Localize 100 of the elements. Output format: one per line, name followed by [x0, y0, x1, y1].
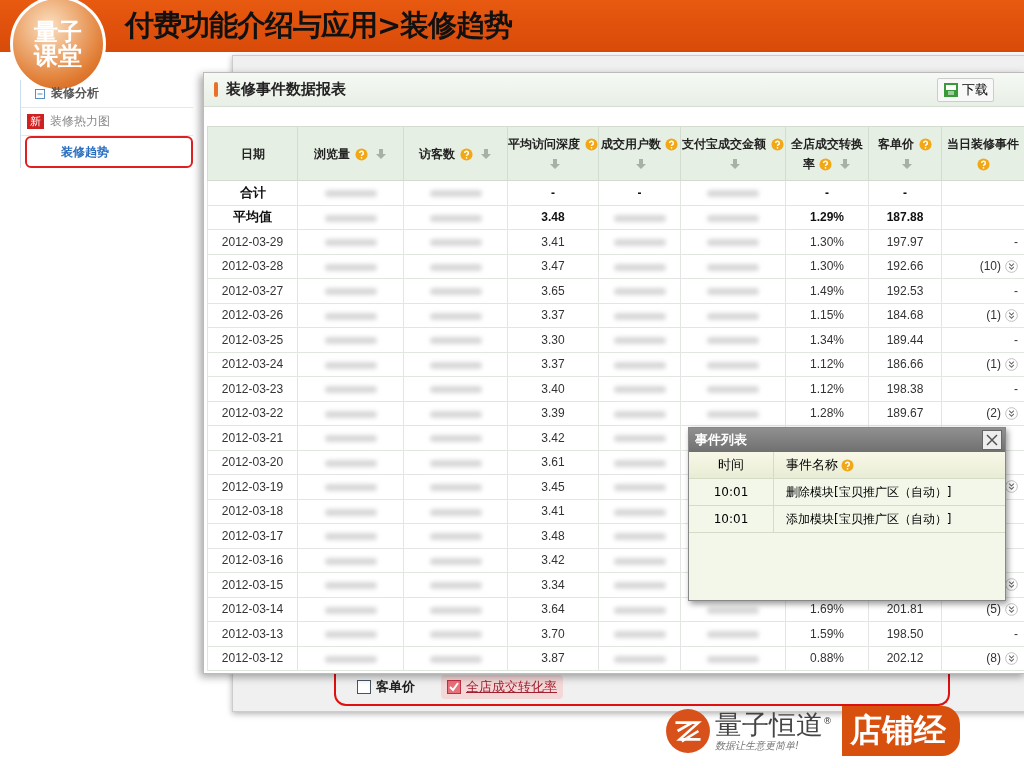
expand-icon[interactable]	[1005, 259, 1018, 273]
report-title: 装修事件数据报表	[226, 80, 346, 99]
sidebar-item[interactable]: 新 装修热力图	[21, 108, 193, 136]
table-cell: 3.34	[541, 577, 565, 592]
table-cell: 1.12%	[810, 357, 844, 372]
event-name: 删除模块[宝贝推广区（自动）]	[785, 483, 952, 501]
column-header[interactable]: 客单价	[868, 126, 942, 181]
help-icon	[819, 157, 832, 171]
event-count: -	[1014, 332, 1018, 347]
event-name: 添加模块[宝贝推广区（自动）]	[785, 510, 952, 528]
table-cell: 2012-03-26	[221, 308, 284, 323]
table-cell: 3.87	[541, 651, 565, 666]
brand-slogan: 数据让生意更简单!	[715, 741, 800, 751]
column-header[interactable]: 访客数	[403, 126, 508, 181]
table-cell: 198.50	[886, 626, 924, 641]
brand-name: 量子恒道$^{®}$	[715, 711, 832, 738]
table-cell: 0.88%	[810, 651, 844, 666]
sidebar-item[interactable]: 装修趋势	[25, 136, 193, 168]
table-cell: 1.34%	[810, 332, 844, 347]
help-icon	[770, 137, 784, 151]
title-marker	[214, 82, 218, 97]
expand-icon[interactable]	[1005, 578, 1018, 592]
column-header: 事件名称	[786, 456, 838, 474]
expand-icon[interactable]	[1005, 406, 1018, 420]
table-cell: 3.47	[541, 259, 565, 274]
table-cell: 2012-03-23	[221, 381, 284, 396]
sidebar-label: 装修分析	[51, 85, 99, 102]
table-cell: 平均值	[233, 209, 272, 225]
table-cell: 合计	[239, 184, 266, 200]
column-header[interactable]: 日期	[207, 126, 298, 181]
table-cell: 2012-03-15	[221, 577, 284, 592]
column-header: 时间	[689, 452, 774, 478]
table-cell: 3.37	[541, 357, 565, 372]
download-button[interactable]: 下载	[937, 77, 994, 102]
table-cell: 2012-03-17	[221, 528, 284, 543]
excel-icon	[943, 81, 959, 98]
table-cell: 2012-03-13	[221, 626, 284, 641]
table-cell: 3.61	[541, 455, 565, 470]
table-cell: 1.15%	[810, 308, 844, 323]
event-count: -	[1014, 381, 1018, 396]
event-count: (1)	[986, 357, 1001, 372]
table-cell: 2012-03-12	[221, 651, 284, 666]
event-time: 10:01	[689, 506, 774, 532]
table-cell: 1.12%	[810, 381, 844, 396]
table-cell: 3.48	[541, 210, 565, 225]
table-cell: 1.69%	[810, 602, 844, 617]
table-cell: 3.41	[541, 504, 565, 519]
brand-logo-icon	[665, 708, 711, 754]
table-cell: 184.68	[886, 308, 924, 323]
expand-icon[interactable]	[1005, 651, 1018, 665]
expand-icon[interactable]	[1005, 308, 1018, 322]
metric-checkbox[interactable]: 客单价	[351, 675, 421, 699]
table-cell: 1.29%	[810, 210, 844, 225]
help-icon	[584, 137, 598, 151]
logo-text: 课堂	[34, 44, 82, 68]
column-header[interactable]: 当日装修事件	[941, 126, 1024, 181]
table-cell: 2012-03-22	[221, 406, 284, 421]
table-cell: 189.67	[886, 406, 924, 421]
column-header[interactable]: 浏览量	[297, 126, 404, 181]
close-button[interactable]	[982, 430, 1002, 450]
event-count: -	[1014, 283, 1018, 298]
table-cell: -	[551, 185, 555, 200]
event-count: -	[1014, 626, 1018, 641]
table-cell: 3.70	[541, 626, 565, 641]
column-header[interactable]: 平均访问深度	[507, 126, 599, 181]
sidebar-label: 装修趋势	[61, 143, 109, 161]
table-cell: 189.44	[886, 332, 924, 347]
table-cell: 198.38	[886, 381, 924, 396]
table-cell: -	[637, 185, 642, 200]
dialog-title: 事件列表	[695, 431, 747, 449]
table-cell: 192.53	[886, 283, 924, 298]
column-header[interactable]: 成交用户数	[598, 126, 681, 181]
product-badge: 店铺经	[842, 706, 960, 756]
table-cell: 1.30%	[810, 259, 844, 274]
table-cell: 3.37	[541, 308, 565, 323]
expand-icon[interactable]	[1005, 480, 1018, 494]
table-cell: 2012-03-19	[221, 479, 284, 494]
slide-title: 付费功能介绍与应用>装修趋势	[125, 7, 513, 44]
table-cell: 3.48	[541, 528, 565, 543]
table-cell: 1.59%	[810, 626, 844, 641]
logo-text: 量子	[34, 20, 82, 44]
table-cell: 186.66	[886, 357, 924, 372]
sidebar-item[interactable]: 装修分析	[21, 80, 193, 108]
help-icon	[841, 458, 854, 472]
event-count: (10)	[979, 259, 1001, 274]
expand-icon[interactable]	[1005, 357, 1018, 371]
column-header[interactable]: 支付宝成交金额	[680, 126, 786, 181]
table-cell: 2012-03-14	[221, 602, 284, 617]
expand-icon[interactable]	[1005, 602, 1018, 616]
column-header[interactable]: 全店成交转换率	[785, 126, 869, 181]
table-cell: 3.42	[541, 553, 565, 568]
help-icon	[665, 137, 679, 151]
help-icon	[918, 137, 932, 151]
table-cell: 3.45	[541, 479, 565, 494]
table-cell: 1.30%	[810, 234, 844, 249]
table-cell: 2012-03-25	[221, 332, 284, 347]
table-cell: -	[903, 185, 907, 200]
table-cell: 2012-03-18	[221, 504, 284, 519]
help-icon	[354, 147, 368, 161]
event-count: (8)	[986, 651, 1001, 666]
